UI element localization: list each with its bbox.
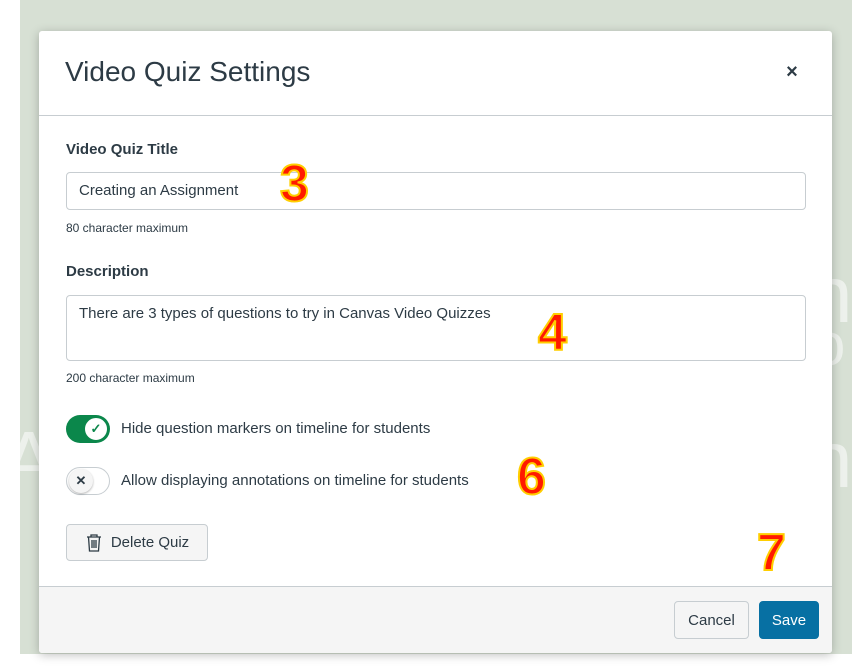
- description-label: Description: [66, 263, 149, 280]
- show-annotations-toggle[interactable]: ✕: [66, 467, 110, 495]
- step-marker-4: 4: [537, 304, 568, 362]
- video-quiz-settings-dialog: Video Quiz Settings × Video Quiz Title C…: [39, 31, 832, 653]
- delete-quiz-button[interactable]: Delete Quiz: [66, 524, 208, 561]
- hide-markers-toggle[interactable]: ✓: [66, 415, 110, 443]
- close-icon[interactable]: ×: [780, 60, 804, 84]
- cancel-button[interactable]: Cancel: [674, 601, 749, 639]
- dialog-title: Video Quiz Settings: [65, 56, 311, 87]
- dialog-header: Video Quiz Settings ×: [39, 31, 832, 116]
- step-marker-3: 3: [279, 155, 310, 213]
- step-marker-6: 6: [516, 448, 547, 506]
- description-textarea[interactable]: There are 3 types of questions to try in…: [66, 295, 806, 361]
- dialog-footer: Cancel Save: [39, 586, 832, 653]
- delete-quiz-label: Delete Quiz: [110, 534, 190, 551]
- step-marker-7: 7: [756, 524, 787, 582]
- hide-markers-label: Hide question markers on timeline for st…: [121, 420, 431, 437]
- page-margin-left: [0, 0, 20, 666]
- quiz-title-hint: 80 character maximum: [66, 221, 189, 235]
- quiz-title-label: Video Quiz Title: [66, 141, 178, 158]
- x-icon: ✕: [69, 469, 93, 493]
- trash-icon: [86, 533, 101, 552]
- show-annotations-label: Allow displaying annotations on timeline…: [121, 472, 469, 489]
- quiz-title-input[interactable]: Creating an Assignment: [66, 172, 806, 210]
- page-margin-bottom: [0, 654, 852, 666]
- description-hint: 200 character maximum: [66, 371, 195, 385]
- checkmark-icon: ✓: [84, 417, 108, 441]
- save-button[interactable]: Save: [759, 601, 819, 639]
